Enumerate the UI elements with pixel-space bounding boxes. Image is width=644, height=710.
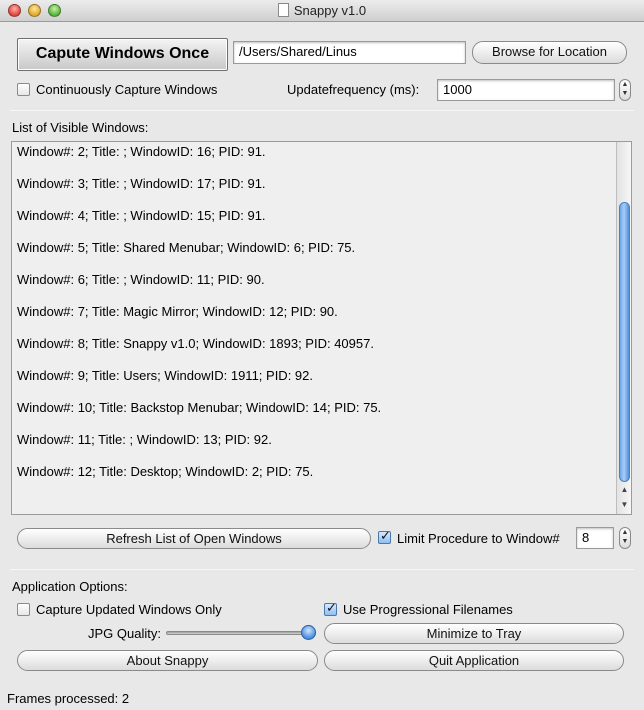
- capture-updated-checkbox[interactable]: [17, 603, 30, 616]
- progressional-filenames-label: Use Progressional Filenames: [343, 602, 513, 617]
- list-item[interactable]: Window#: 9; Title: Users; WindowID: 1911…: [17, 367, 313, 385]
- list-item[interactable]: Window#: 11; Title: ; WindowID: 13; PID:…: [17, 431, 272, 449]
- update-frequency-stepper[interactable]: ▲ ▼: [619, 79, 631, 101]
- options-header: Application Options:: [12, 579, 128, 594]
- continuous-capture-checkbox[interactable]: [17, 83, 30, 96]
- minimize-to-tray-button[interactable]: Minimize to Tray: [324, 623, 624, 644]
- jpg-quality-knob[interactable]: [300, 625, 316, 640]
- limit-procedure-label: Limit Procedure to Window#: [397, 531, 560, 546]
- capture-once-button[interactable]: Capute Windows Once: [17, 38, 228, 71]
- chevron-up-icon[interactable]: ▲: [620, 528, 630, 537]
- capture-updated-label: Capture Updated Windows Only: [36, 602, 222, 617]
- list-item[interactable]: Window#: 5; Title: Shared Menubar; Windo…: [17, 239, 355, 257]
- progressional-filenames-checkbox[interactable]: [324, 601, 337, 616]
- frames-processed-status: Frames processed: 2: [7, 691, 130, 706]
- list-header: List of Visible Windows:: [12, 120, 149, 135]
- list-item[interactable]: Window#: 10; Title: Backstop Menubar; Wi…: [17, 399, 381, 417]
- scroll-up-icon[interactable]: ▲: [618, 484, 631, 496]
- document-icon: [277, 3, 289, 17]
- list-item[interactable]: Window#: 2; Title: ; WindowID: 16; PID: …: [17, 143, 266, 161]
- list-item[interactable]: Window#: 12; Title: Desktop; WindowID: 2…: [17, 463, 313, 481]
- scroll-down-icon[interactable]: ▼: [618, 499, 631, 511]
- separator: [10, 110, 634, 111]
- limit-procedure-checkbox[interactable]: [378, 529, 391, 544]
- chevron-down-icon[interactable]: ▼: [620, 89, 630, 98]
- about-button[interactable]: About Snappy: [17, 650, 318, 671]
- browse-location-button[interactable]: Browse for Location: [472, 41, 627, 64]
- list-item[interactable]: Window#: 7; Title: Magic Mirror; WindowI…: [17, 303, 338, 321]
- scrollbar-thumb[interactable]: [619, 202, 630, 482]
- refresh-list-button[interactable]: Refresh List of Open Windows: [17, 528, 371, 549]
- list-item[interactable]: Window#: 6; Title: ; WindowID: 11; PID: …: [17, 271, 265, 289]
- list-item[interactable]: Window#: 8; Title: Snappy v1.0; WindowID…: [17, 335, 374, 353]
- update-frequency-label: Updatefrequency (ms):: [287, 82, 420, 97]
- continuous-capture-label: Continuously Capture Windows: [36, 82, 218, 97]
- location-field[interactable]: /Users/Shared/Linus: [233, 41, 466, 64]
- jpg-quality-slider[interactable]: [166, 631, 316, 635]
- limit-window-field[interactable]: 8: [576, 527, 614, 549]
- chevron-down-icon[interactable]: ▼: [620, 537, 630, 546]
- list-item[interactable]: Window#: 3; Title: ; WindowID: 17; PID: …: [17, 175, 266, 193]
- chevron-up-icon[interactable]: ▲: [620, 80, 630, 89]
- quit-button[interactable]: Quit Application: [324, 650, 624, 671]
- window-title-area: Snappy v1.0: [0, 0, 644, 22]
- limit-window-stepper[interactable]: ▲ ▼: [619, 527, 631, 549]
- jpg-quality-label: JPG Quality:: [88, 626, 161, 641]
- window-title: Snappy v1.0: [293, 3, 367, 18]
- window-list[interactable]: Window#: 2; Title: ; WindowID: 16; PID: …: [11, 141, 632, 515]
- list-item[interactable]: Window#: 4; Title: ; WindowID: 15; PID: …: [17, 207, 266, 225]
- separator: [10, 569, 634, 570]
- update-frequency-field[interactable]: 1000: [437, 79, 615, 101]
- list-scrollbar[interactable]: ▲ ▼: [616, 142, 631, 514]
